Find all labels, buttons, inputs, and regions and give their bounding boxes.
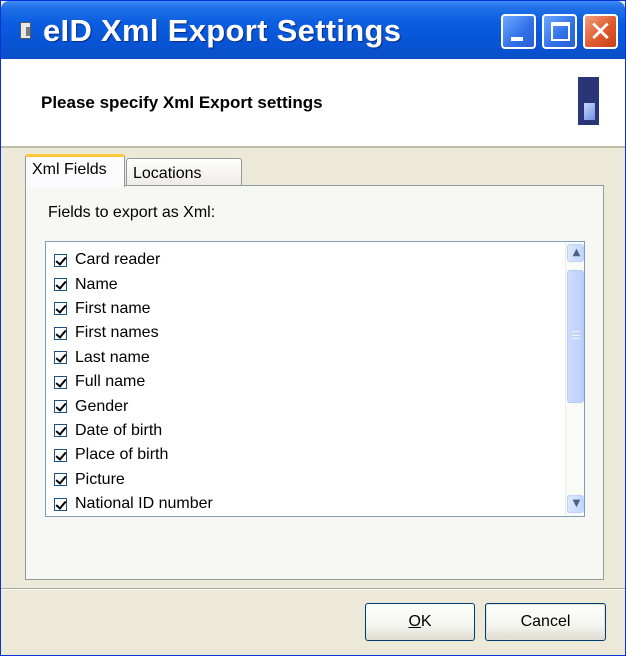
list-item-label: Card reader (75, 251, 161, 269)
list-item-label: Full name (75, 373, 146, 391)
checkbox[interactable] (54, 278, 67, 292)
list-item-label: Last name (75, 348, 150, 366)
list-item[interactable]: Picture (46, 468, 565, 492)
checkbox[interactable] (54, 448, 67, 462)
window-title: eID Xml Export Settings (43, 13, 402, 48)
checkbox[interactable] (54, 253, 67, 267)
list-item[interactable]: National ID number (46, 492, 565, 516)
app-icon (20, 22, 31, 39)
checkbox[interactable] (54, 424, 67, 438)
chevron-down-icon: ▼ (572, 498, 581, 509)
checkbox[interactable] (54, 473, 67, 487)
list-item-label: Place of birth (75, 446, 169, 464)
list-item[interactable]: First names (46, 321, 565, 345)
vertical-scrollbar[interactable]: ▲ ▼ (565, 242, 584, 516)
list-item[interactable]: Place of birth (46, 443, 565, 467)
dialog-header: Please specify Xml Export settings (1, 59, 625, 147)
tab-locations[interactable]: Locations (126, 158, 242, 186)
fields-label: Fields to export as Xml: (48, 204, 216, 221)
xml-fields-page: Fields to export as Xml: Card reader Name… (25, 185, 604, 580)
grip-icon (572, 331, 580, 339)
close-icon: ✕ (588, 15, 613, 48)
minimize-button[interactable] (501, 14, 536, 49)
checkbox[interactable] (54, 302, 67, 316)
header-divider (1, 146, 625, 148)
list-item-label: First name (75, 299, 151, 317)
footer-divider (1, 588, 625, 590)
cancel-button[interactable]: Cancel (485, 603, 606, 641)
list-item-label: Name (75, 275, 118, 293)
list-item[interactable]: Full name (46, 370, 565, 394)
checkbox[interactable] (54, 375, 67, 389)
title-bar[interactable]: eID Xml Export Settings ✕ (1, 1, 625, 59)
ok-mnemonic: O (408, 613, 421, 630)
list-item-label: Gender (75, 397, 129, 415)
maximize-icon (551, 22, 570, 41)
list-item[interactable]: Name (46, 272, 565, 296)
header-instruction: Please specify Xml Export settings (41, 93, 323, 112)
list-item-label: National ID number (75, 495, 213, 513)
scroll-up-button[interactable]: ▲ (567, 244, 584, 262)
export-settings-dialog: eID Xml Export Settings ✕ Please specify… (0, 0, 626, 656)
checkbox[interactable] (54, 497, 67, 511)
checkbox[interactable] (54, 400, 67, 414)
checkbox[interactable] (54, 326, 67, 340)
list-item-label: Picture (75, 470, 125, 488)
ok-label-rest: K (420, 613, 432, 630)
checklist-items: Card reader Name First name First names Last… (46, 242, 565, 516)
fields-checklist[interactable]: Card reader Name First name First names Last… (45, 241, 585, 517)
list-item[interactable]: First name (46, 297, 565, 321)
tab-xml-fields[interactable]: Xml Fields (25, 154, 125, 187)
list-item[interactable]: Card reader (46, 248, 565, 272)
minimize-icon (511, 37, 523, 41)
close-button[interactable]: ✕ (583, 14, 618, 49)
list-item[interactable]: Last name (46, 346, 565, 370)
chevron-up-icon: ▲ (572, 247, 581, 258)
ok-button[interactable]: OK (365, 603, 475, 641)
list-item-label: Date of birth (75, 421, 163, 439)
card-reader-icon (578, 77, 599, 125)
maximize-button[interactable] (542, 14, 577, 49)
list-item-label: First names (75, 324, 159, 342)
checkbox[interactable] (54, 351, 67, 365)
list-item[interactable]: Date of birth (46, 419, 565, 443)
scrollbar-thumb[interactable] (567, 270, 584, 403)
list-item[interactable]: Gender (46, 394, 565, 418)
scroll-down-button[interactable]: ▼ (567, 495, 584, 513)
